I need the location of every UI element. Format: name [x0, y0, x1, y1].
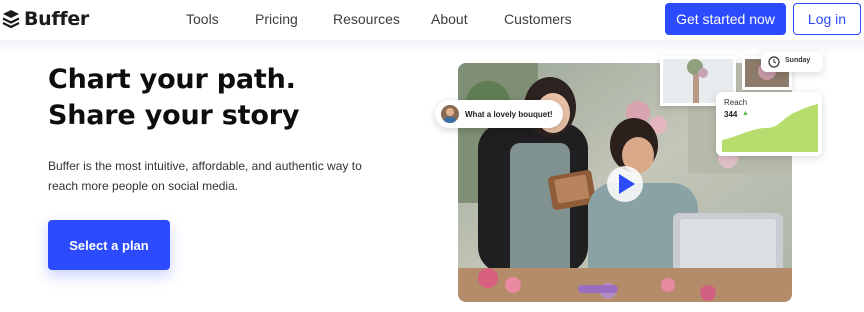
login-button[interactable]: Log in — [793, 3, 861, 35]
nav-about[interactable]: About — [431, 11, 468, 27]
brand-logo[interactable]: Buffer — [2, 8, 89, 30]
get-started-button[interactable]: Get started now — [665, 3, 786, 35]
select-plan-button[interactable]: Select a plan — [48, 220, 170, 270]
comment-text: What a lovely bouquet! — [465, 109, 553, 119]
comment-bubble: What a lovely bouquet! — [435, 100, 563, 128]
nav-tools[interactable]: Tools — [186, 11, 219, 27]
top-nav: Buffer Tools Pricing Resources About Cus… — [0, 0, 864, 40]
hero-subtext: Buffer is the most intuitive, affordable… — [48, 159, 362, 193]
reach-card: Reach 344 ▲ — [716, 92, 822, 156]
schedule-label: Sunday — [785, 57, 811, 64]
avatar — [441, 105, 459, 123]
reach-area-chart — [722, 104, 818, 152]
schedule-chip: Sunday — [761, 52, 823, 72]
buffer-stack-icon — [2, 10, 20, 29]
hero-headline-line2: Share your story — [48, 100, 300, 131]
nav-customers[interactable]: Customers — [504, 11, 572, 27]
brand-name: Buffer — [24, 8, 89, 30]
nav-divider — [0, 40, 864, 54]
clock-icon — [768, 56, 780, 68]
nav-resources[interactable]: Resources — [333, 11, 400, 27]
hero-headline-line1: Chart your path. — [48, 64, 296, 95]
nav-pricing[interactable]: Pricing — [255, 11, 298, 27]
